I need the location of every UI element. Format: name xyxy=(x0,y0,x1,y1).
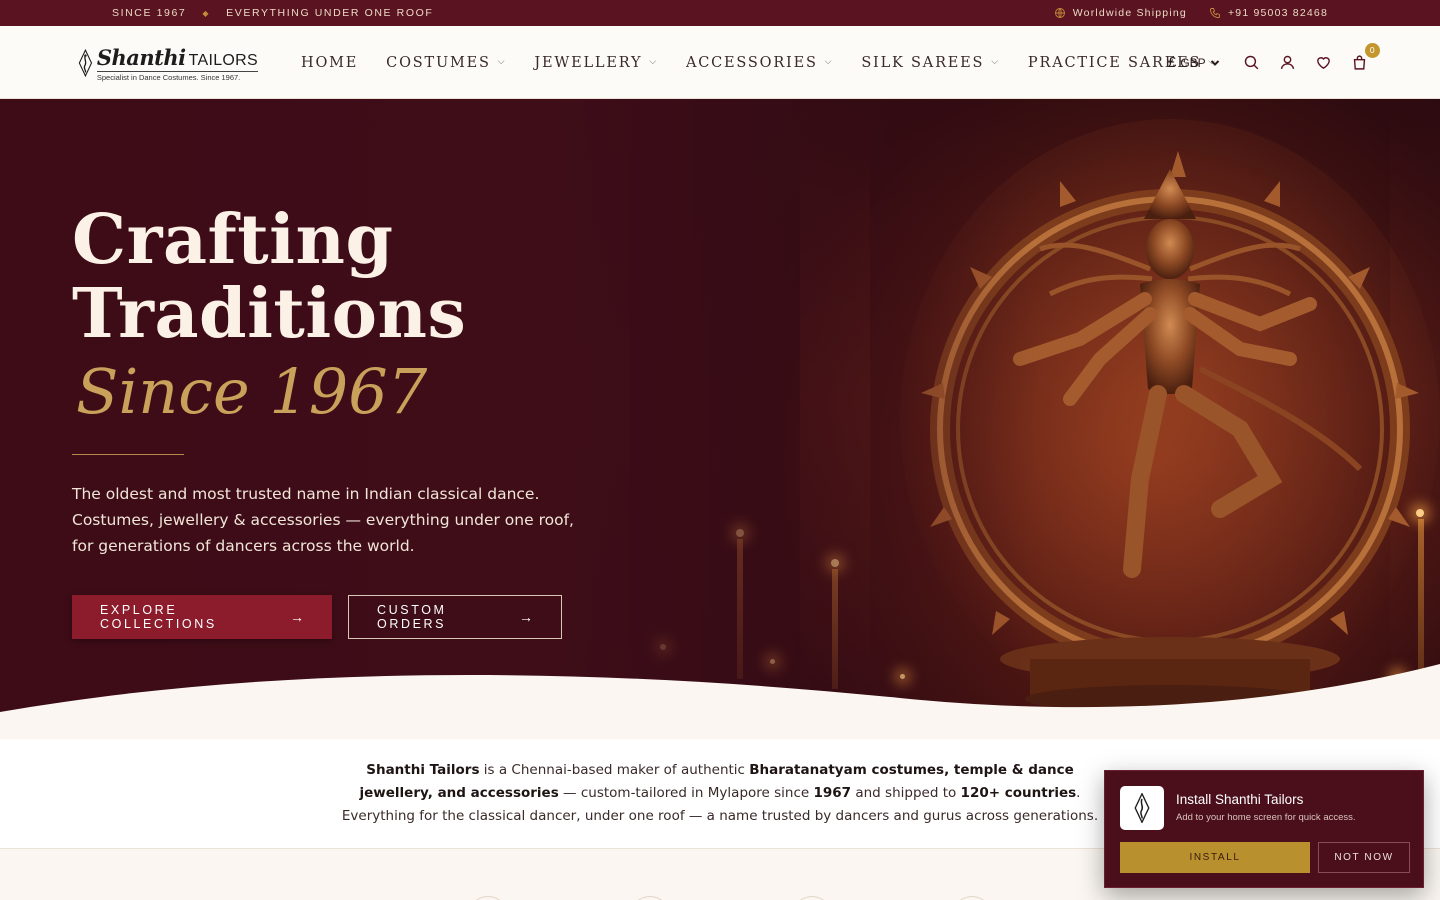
install-button[interactable]: INSTALL xyxy=(1120,842,1310,873)
shipping-label: Worldwide Shipping xyxy=(1072,7,1187,19)
nav-costumes-label: COSTUMES xyxy=(386,54,491,71)
logo-brand-main: Shanthi xyxy=(96,44,186,70)
logo-tagline: Specialist in Dance Costumes. Since 1967… xyxy=(96,70,258,82)
nav-costumes[interactable]: COSTUMES ⌵ xyxy=(386,55,506,71)
phone-link[interactable]: +91 95003 82468 xyxy=(1209,7,1328,19)
chevron-down-icon: ⌵ xyxy=(649,56,658,67)
custom-orders-label: CUSTOM ORDERS xyxy=(377,603,447,631)
explore-collections-label: EXPLORE COLLECTIONS xyxy=(100,603,217,631)
hero-title: Crafting Traditions xyxy=(72,203,466,351)
shipping-info: Worldwide Shipping xyxy=(1054,7,1187,19)
explore-collections-button[interactable]: EXPLORE COLLECTIONS → xyxy=(72,595,332,639)
hero-title-line2: Traditions xyxy=(72,274,467,354)
install-subtitle: Add to your home screen for quick access… xyxy=(1176,812,1356,823)
intro-text-3: and shipped to xyxy=(851,785,961,801)
nav-home-label: HOME xyxy=(301,54,359,71)
app-icon xyxy=(1120,786,1164,830)
wishlist-button[interactable] xyxy=(1314,53,1334,73)
arrow-right-icon: → xyxy=(519,609,533,625)
cart-count-badge: 0 xyxy=(1364,42,1380,58)
main-nav: HOME COSTUMES ⌵ JEWELLERY ⌵ ACCESSORIES ⌵ S… xyxy=(301,26,1245,99)
hero-divider xyxy=(72,454,184,455)
intro-text-2: — custom-tailored in Mylapore since xyxy=(558,785,814,801)
phone-number: +91 95003 82468 xyxy=(1227,7,1328,19)
not-now-button[interactable]: NOT NOW xyxy=(1318,842,1410,873)
search-icon xyxy=(1244,55,1259,70)
phone-icon xyxy=(1210,8,1220,18)
custom-orders-button[interactable]: CUSTOM ORDERS → xyxy=(348,595,562,639)
diamond-separator-icon: ◆ xyxy=(202,8,211,18)
site-header: Shanthi TAILORS Specialist in Dance Cost… xyxy=(0,26,1440,99)
category-circle[interactable] xyxy=(630,896,670,900)
nav-jewellery[interactable]: JEWELLERY ⌵ xyxy=(534,55,658,71)
category-circle[interactable] xyxy=(468,896,508,900)
chevron-down-icon: ⌵ xyxy=(991,56,1000,67)
nav-home[interactable]: HOME xyxy=(301,55,358,71)
tagline: EVERYTHING UNDER ONE ROOF xyxy=(226,7,434,19)
install-app-prompt: Install Shanthi Tailors Add to your home… xyxy=(1104,770,1424,888)
currency-code: GBP xyxy=(1180,55,1206,70)
logo-brand-suffix: TAILORS xyxy=(188,51,258,69)
intro-text-1: is a Chennai-based maker of authentic xyxy=(479,762,750,778)
hero-section: Crafting Traditions Since 1967 The oldes… xyxy=(0,99,1440,739)
nav-accessories[interactable]: ACCESSORIES ⌵ xyxy=(686,55,833,71)
intro-text: Shanthi Tailors is a Chennai-based maker… xyxy=(340,759,1100,828)
hero-subtitle: Since 1967 xyxy=(76,355,428,428)
dancer-logo-icon xyxy=(1134,793,1150,823)
nav-jewellery-label: JEWELLERY xyxy=(534,54,643,71)
search-button[interactable] xyxy=(1242,53,1262,73)
globe-icon xyxy=(1054,8,1065,18)
intro-countries: 120+ countries xyxy=(960,785,1077,801)
category-circle[interactable] xyxy=(792,896,832,900)
currency-symbol: £ xyxy=(1168,54,1177,71)
nav-silk-sarees-label: SILK SAREES xyxy=(861,54,985,71)
announcement-bar: SINCE 1967 ◆ EVERYTHING UNDER ONE ROOF W… xyxy=(0,0,1440,26)
hero-description: The oldest and most trusted name in Indi… xyxy=(72,485,574,555)
install-title: Install Shanthi Tailors xyxy=(1176,792,1304,807)
dancer-logo-icon xyxy=(78,48,93,78)
since-label: SINCE 1967 xyxy=(112,7,187,19)
nav-silk-sarees[interactable]: SILK SAREES ⌵ xyxy=(861,55,1000,71)
cart-button[interactable]: 0 xyxy=(1350,42,1380,73)
logo[interactable]: Shanthi TAILORS Specialist in Dance Cost… xyxy=(78,42,258,84)
account-icon xyxy=(1280,55,1295,70)
intro-brand: Shanthi Tailors xyxy=(366,762,480,778)
header-actions: £ GBP 0 xyxy=(1168,26,1386,99)
hero-wave-divider xyxy=(0,664,1440,740)
chevron-down-icon xyxy=(1210,59,1219,66)
nav-accessories-label: ACCESSORIES xyxy=(685,54,818,71)
currency-selector[interactable]: £ GBP xyxy=(1168,54,1220,71)
arrow-right-icon: → xyxy=(290,609,304,625)
wishlist-icon xyxy=(1317,57,1331,69)
cart-icon xyxy=(1353,55,1366,70)
account-button[interactable] xyxy=(1278,53,1298,73)
hero-title-line1: Crafting xyxy=(72,200,394,280)
intro-year: 1967 xyxy=(813,785,852,801)
category-circle[interactable] xyxy=(952,896,992,900)
chevron-down-icon: ⌵ xyxy=(497,56,507,67)
chevron-down-icon: ⌵ xyxy=(824,56,834,67)
